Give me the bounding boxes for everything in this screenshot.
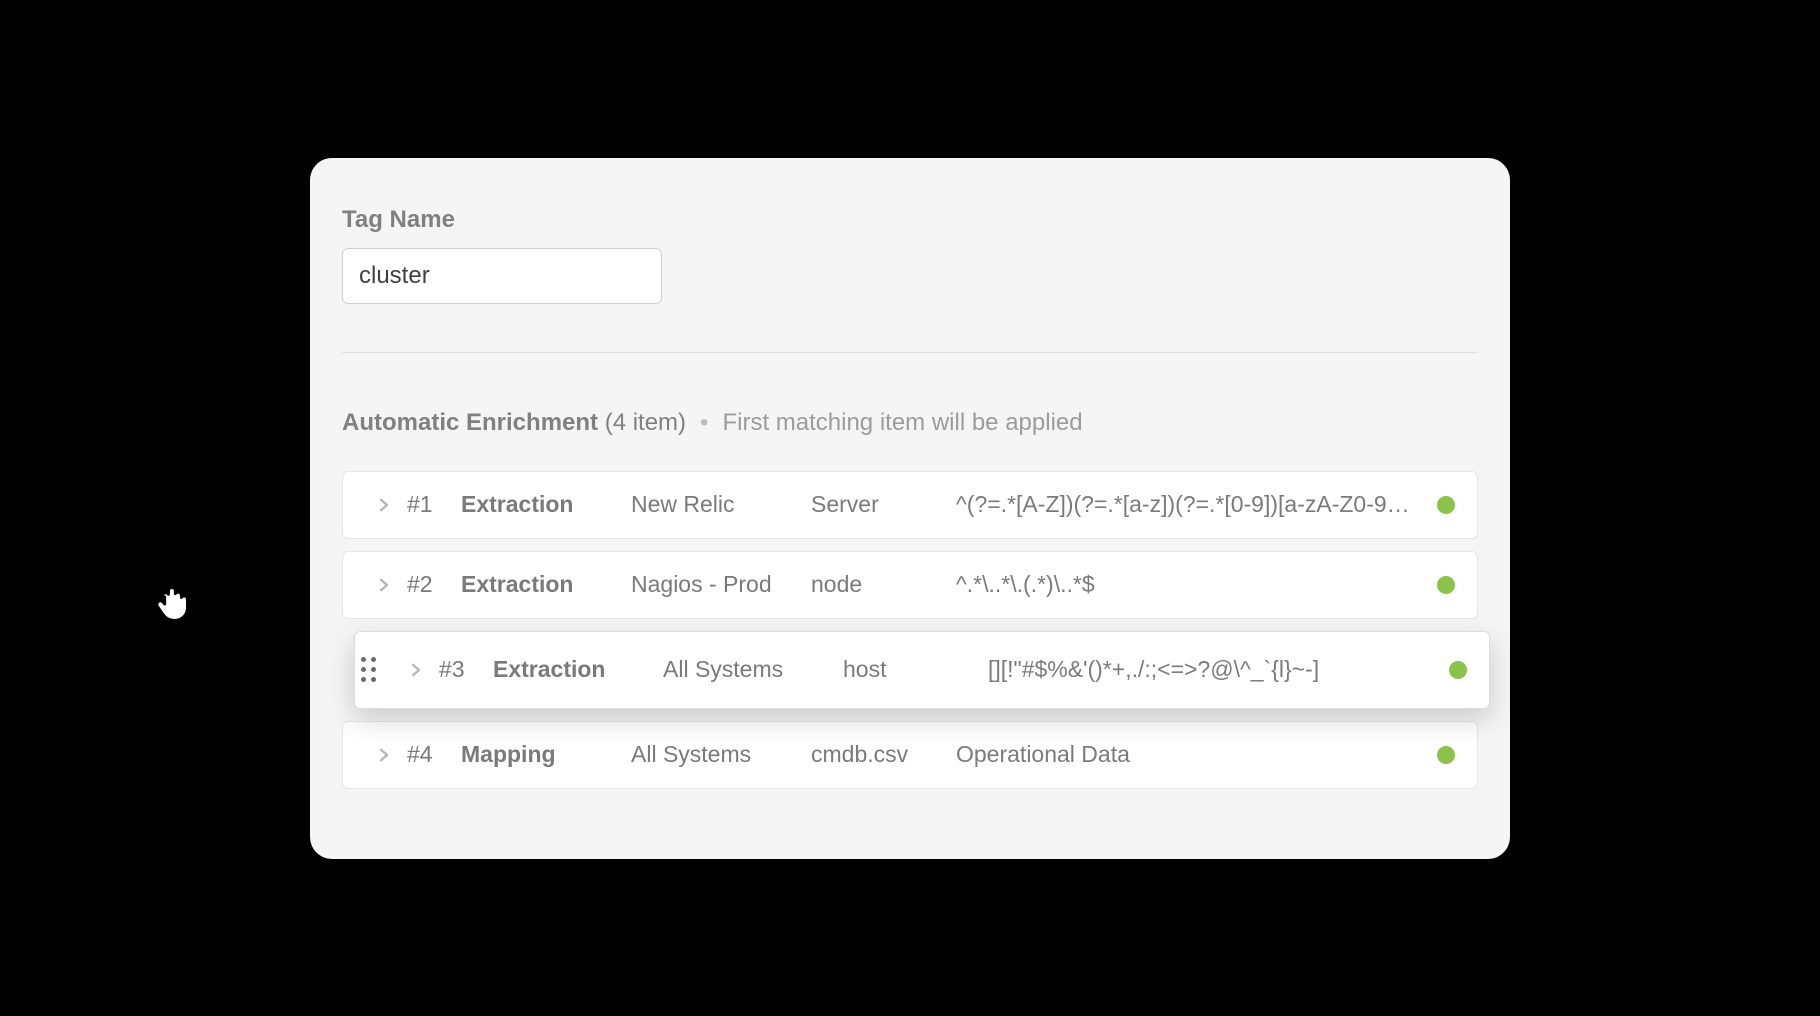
row-field: Server xyxy=(811,491,956,518)
status-dot-icon xyxy=(1437,576,1455,594)
chevron-right-icon[interactable] xyxy=(361,496,407,514)
row-field: cmdb.csv xyxy=(811,741,956,768)
status-dot-icon xyxy=(1449,661,1467,679)
row-pattern: [][!"#$%&'()*+,./:;<=>?@\^_`{l}~-] xyxy=(988,656,1427,683)
status-dot-icon xyxy=(1437,746,1455,764)
row-type: Mapping xyxy=(461,741,631,768)
enrichment-list: #1ExtractionNew RelicServer^(?=.*[A-Z])(… xyxy=(342,471,1478,789)
row-number: #4 xyxy=(407,741,461,768)
heading-count: (4 item) xyxy=(605,409,686,436)
row-pattern: ^(?=.*[A-Z])(?=.*[a-z])(?=.*[0-9])[a-zA-… xyxy=(956,491,1415,518)
row-source: Nagios - Prod xyxy=(631,571,811,598)
row-pattern: ^.*\..*\.(.*)\..*$ xyxy=(956,571,1415,598)
enrichment-row[interactable]: #3ExtractionAll Systemshost[][!"#$%&'()*… xyxy=(354,631,1490,709)
grab-cursor-icon xyxy=(146,570,202,626)
chevron-right-icon[interactable] xyxy=(393,661,439,679)
chevron-right-icon[interactable] xyxy=(361,746,407,764)
row-source: New Relic xyxy=(631,491,811,518)
row-source: All Systems xyxy=(631,741,811,768)
row-field: host xyxy=(843,656,988,683)
panel-inner: Tag Name Automatic Enrichment (4 item) •… xyxy=(310,206,1510,789)
enrichment-row[interactable]: #1ExtractionNew RelicServer^(?=.*[A-Z])(… xyxy=(342,471,1478,539)
row-type: Extraction xyxy=(461,571,631,598)
chevron-right-icon[interactable] xyxy=(361,576,407,594)
row-field: node xyxy=(811,571,956,598)
tag-name-label: Tag Name xyxy=(342,206,1478,234)
row-source: All Systems xyxy=(663,656,843,683)
divider xyxy=(342,352,1478,353)
row-pattern: Operational Data xyxy=(956,741,1415,768)
enrichment-heading: Automatic Enrichment (4 item) • First ma… xyxy=(342,409,1478,437)
status-dot-icon xyxy=(1437,496,1455,514)
enrichment-row[interactable]: #4MappingAll Systemscmdb.csvOperational … xyxy=(342,721,1478,789)
heading-title: Automatic Enrichment xyxy=(342,409,598,436)
enrichment-row[interactable]: #2ExtractionNagios - Prodnode^.*\..*\.(.… xyxy=(342,551,1478,619)
tag-name-input[interactable] xyxy=(342,248,662,304)
row-type: Extraction xyxy=(461,491,631,518)
heading-separator: • xyxy=(700,409,708,437)
row-type: Extraction xyxy=(493,656,663,683)
row-number: #2 xyxy=(407,571,461,598)
drag-handle-icon[interactable] xyxy=(361,657,377,683)
row-number: #3 xyxy=(439,656,493,683)
settings-panel: Tag Name Automatic Enrichment (4 item) •… xyxy=(310,158,1510,859)
heading-hint: First matching item will be applied xyxy=(722,409,1082,437)
row-number: #1 xyxy=(407,491,461,518)
